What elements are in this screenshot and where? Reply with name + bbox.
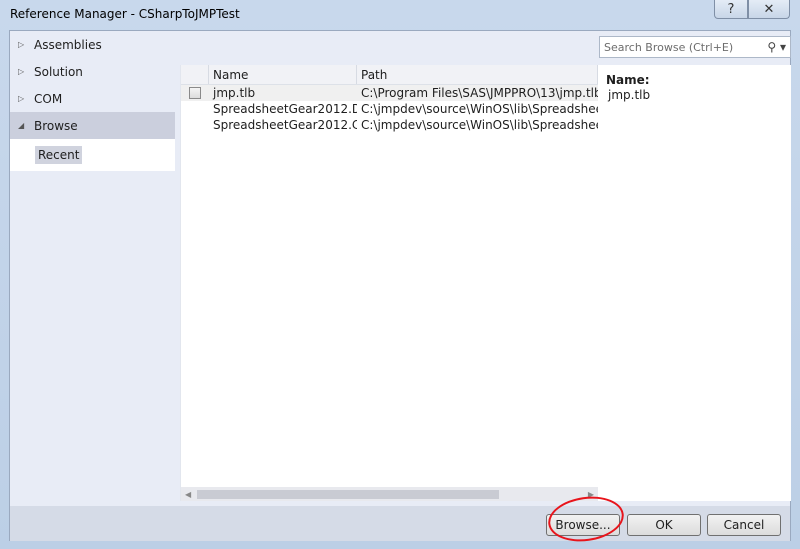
nav-label: Assemblies [34,37,102,52]
cancel-button[interactable]: Cancel [707,514,781,536]
help-button[interactable]: ? [714,0,748,19]
expand-arrow-icon: ▷ [18,40,25,49]
row-path: C:\jmpdev\source\WinOS\lib\SpreadsheetGe [361,118,598,132]
window-title: Reference Manager - CSharpToJMPTest [10,7,240,21]
reference-list: Name Path jmp.tlb C:\Program Files\SAS\J… [180,65,598,501]
nav-subitem-recent[interactable]: Recent [35,146,83,164]
expand-arrow-icon: ▷ [18,67,25,76]
row-name: jmp.tlb [213,86,256,100]
dialog-footer: Browse... OK Cancel [10,506,790,541]
dialog-client: ▷ Assemblies ▷ Solution ▷ COM ◢ Browse Recen… [9,30,791,541]
collapse-arrow-icon: ◢ [18,121,25,130]
row-name: SpreadsheetGear2012.C... [213,118,357,132]
close-button[interactable]: ✕ [748,0,790,19]
include-checkbox[interactable] [189,87,201,99]
table-row[interactable]: SpreadsheetGear2012.C... C:\jmpdev\sourc… [181,117,598,133]
expand-arrow-icon: ▷ [18,94,25,103]
column-header-path[interactable]: Path [357,65,598,84]
table-row[interactable]: jmp.tlb C:\Program Files\SAS\JMPPRO\13\j… [181,85,598,101]
checkbox-column-header [181,65,209,84]
search-input[interactable]: Search Browse (Ctrl+E) ⚲ ▾ [599,36,791,58]
dialog-window: Reference Manager - CSharpToJMPTest ? ✕ … [0,0,800,549]
table-row[interactable]: SpreadsheetGear2012.Dr... C:\jmpdev\sour… [181,101,598,117]
nav-item-browse[interactable]: ◢ Browse [10,112,175,139]
nav-label: COM [34,91,63,106]
nav-item-assemblies[interactable]: ▷ Assemblies [10,31,175,58]
details-pane: Name: jmp.tlb [598,65,791,501]
category-nav: ▷ Assemblies ▷ Solution ▷ COM ◢ Browse Recen… [10,31,175,171]
column-header-name[interactable]: Name [209,65,357,84]
browse-button[interactable]: Browse... [546,514,620,536]
row-path: C:\jmpdev\source\WinOS\lib\SpreadsheetGe [361,102,598,116]
scroll-left-icon[interactable]: ◀ [185,490,191,499]
nav-item-solution[interactable]: ▷ Solution [10,58,175,85]
row-path: C:\Program Files\SAS\JMPPRO\13\jmp.tlb [361,86,598,100]
detail-name-value: jmp.tlb [608,88,651,102]
search-icon[interactable]: ⚲ ▾ [767,40,786,54]
scroll-right-icon[interactable]: ▶ [588,490,594,499]
detail-name-label: Name: [606,73,650,87]
nav-label: Browse [34,118,78,133]
row-name: SpreadsheetGear2012.Dr... [213,102,357,116]
nav-item-com[interactable]: ▷ COM [10,85,175,112]
horizontal-scrollbar[interactable]: ◀ ▶ [181,487,598,501]
ok-button[interactable]: OK [627,514,701,536]
search-placeholder: Search Browse (Ctrl+E) [604,40,734,54]
scrollbar-thumb[interactable] [197,489,499,499]
nav-label: Solution [34,64,83,79]
